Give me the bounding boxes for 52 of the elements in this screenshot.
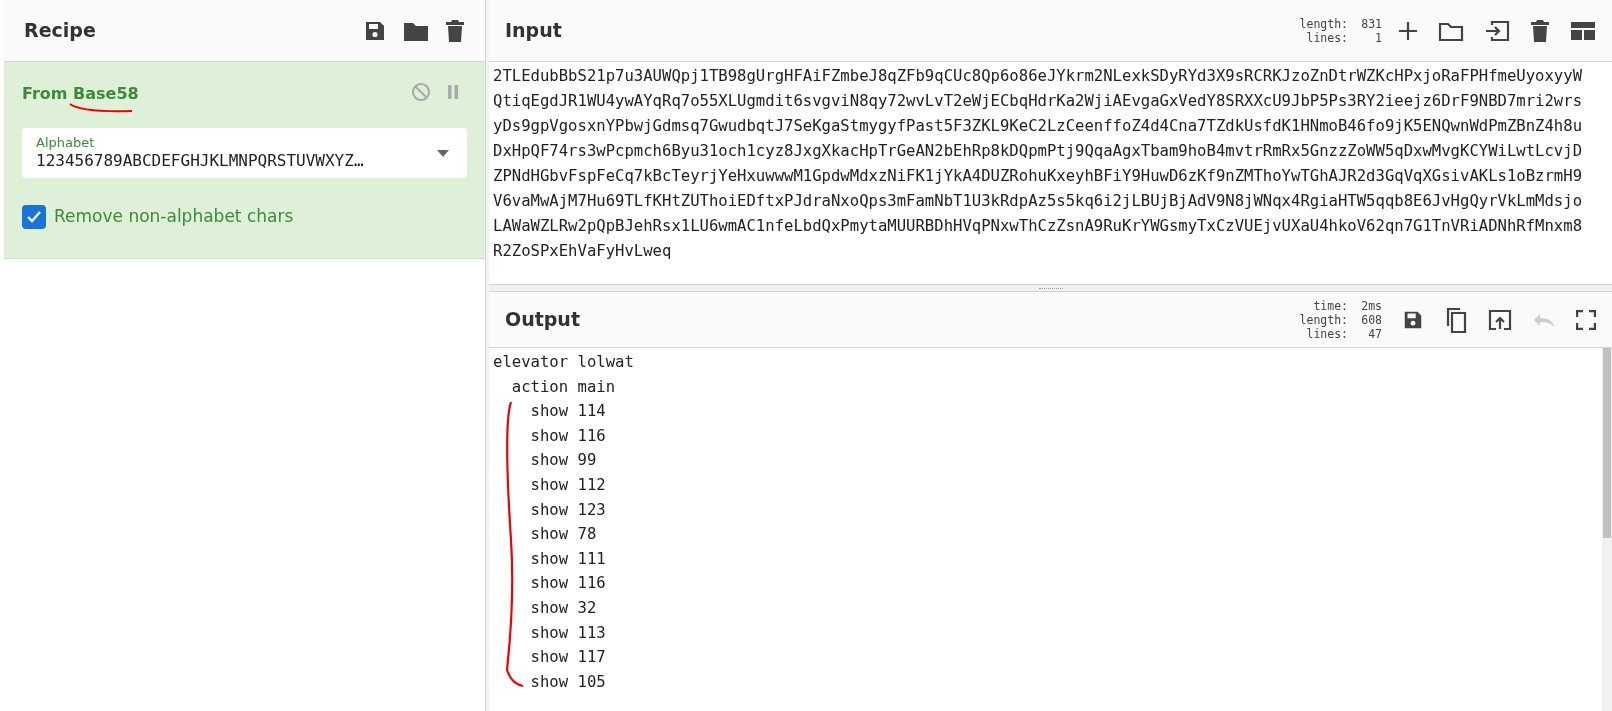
trash-icon[interactable] [1530, 18, 1550, 43]
stat-value: 831 [1360, 16, 1382, 31]
plus-icon[interactable] [1398, 20, 1418, 41]
text-line: show 78 [529, 524, 597, 546]
panel-title: Recipe [24, 18, 96, 44]
text-line: show 123 [529, 499, 606, 521]
text-line: LAWaWZLRw2pQpBJehRsx1LU6wmAC1nfeLbdQxPmytaMUURBDhHVqPNxwThCzZsnA9RuKrYWGsmyTxCzVUEjvUXaU4hkoV62qn7G1TnVRiADNhRfMnxm8 [493, 216, 1583, 237]
stat-label: length: [1299, 312, 1348, 327]
operation-title: From Base58 [22, 83, 139, 105]
text-line: show 116 [529, 425, 606, 447]
checkbox-label: Remove non-alphabet chars [54, 205, 294, 228]
caret-icon [437, 149, 449, 157]
stat-value: 1 [1374, 30, 1382, 45]
text-line: elevator lolwat [493, 352, 634, 373]
import-icon[interactable] [1484, 19, 1510, 42]
text-line: show 105 [529, 671, 606, 693]
stat-label: lines: [1306, 30, 1348, 45]
fullscreen-icon[interactable] [1576, 309, 1596, 330]
stat-value: 608 [1360, 312, 1382, 327]
text-line: show 114 [529, 401, 606, 423]
text-line: ZPNdHGbvFspFeCq7kBcTeyrjYeHxuwwwM1GpdwMdxzNiFK1jYkA4DUZRohuKxeyhBFiY9HuwD6zKf9nZMThoYwTGhAJR2d3GqVqXGsivAKLs1oBzrmH9 [493, 166, 1583, 187]
field-label: Alphabet [36, 135, 96, 151]
check-icon [26, 209, 42, 224]
checkbox[interactable] [22, 204, 46, 229]
text-line: show 112 [529, 474, 606, 496]
stat-value: 47 [1367, 326, 1382, 341]
text-line: show 116 [529, 573, 606, 595]
copy-icon[interactable] [1444, 306, 1468, 333]
text-line: show 111 [529, 548, 606, 570]
stat-label: lines: [1306, 326, 1348, 341]
text-line: QtiqEgdJR1WU4ywAYqRq7o55XLUgmdit6svgviN8qy72wvLvT2eWjECbqHdrKa2WjiAEvgaGxVedY8SRXXcU9JbP5Ps3RY2ieejz6DrF9NBD7mri2wrs [493, 91, 1583, 112]
text-line: show 117 [529, 647, 606, 669]
text-line: show 113 [529, 622, 606, 644]
layout-icon[interactable] [1570, 19, 1596, 42]
text-line: V6vaMwAjM7Hu69TLfKHtZUThoiEDftxPJdraNxoQps3mFamNbT1U3kRdpAz5s5kq6i2jLBUjBjAdV9N8jWNqx4RgiaHTW5qqb8E6JvHgQyrVkLmMdsjo [493, 191, 1583, 212]
text-line: 2TLEdubBbS21p7u3AUWQpj1TB98gUrgHFAiFZmbeJ8qZFb9qCUc8Qp6o86eJYkrm2NLexkSDyRYd3X9sRCRKJzoZnDtrWZKcHPxjoRaFPHfmeUyoxyyW [493, 66, 1583, 87]
text-line: show 32 [529, 597, 597, 619]
stat-label: time: [1313, 298, 1348, 313]
trash-icon[interactable] [445, 18, 465, 43]
stat-value: 2ms [1360, 298, 1382, 313]
text-line: R2ZoSPxEhVaFyHvLweq [493, 241, 672, 262]
panel-title: Input [505, 18, 562, 44]
scrollbar[interactable] [1602, 348, 1612, 711]
panel-title: Output [505, 307, 580, 333]
text-line: action main [510, 376, 616, 398]
text-line: show 99 [529, 450, 597, 472]
text-line: yDs9gpVgosxnYPbwjGdmsq7GwudbqtJ7SeKgaStmygyfPast5F3ZKL9KeC2LzCeenffoZ4d4Cna7TZdkUsfdK1HNmoB46fo9jK5ENQwnWdPmZBnZ4h8u [493, 116, 1583, 137]
text-line: DxHpQF74rs3wPcpmch6Byu31och1cyz8JxgXkacHpTrGeAN2bEhRp8kDQpmPtj9QqaAgxTbam9hoB4mvtrRmRx5GnzzZoWW5qDxwMvgKCYWiLwtLcvjD [493, 141, 1583, 162]
upload-icon[interactable] [1488, 307, 1512, 332]
alphabet-dropdown[interactable]: Alphabet 123456789ABCDEFGHJKLMNPQRSTUVWXYZ… [22, 128, 467, 178]
stat-label: length: [1299, 16, 1348, 31]
field-value: 123456789ABCDEFGHJKLMNPQRSTUVWXYZ… [36, 151, 364, 171]
